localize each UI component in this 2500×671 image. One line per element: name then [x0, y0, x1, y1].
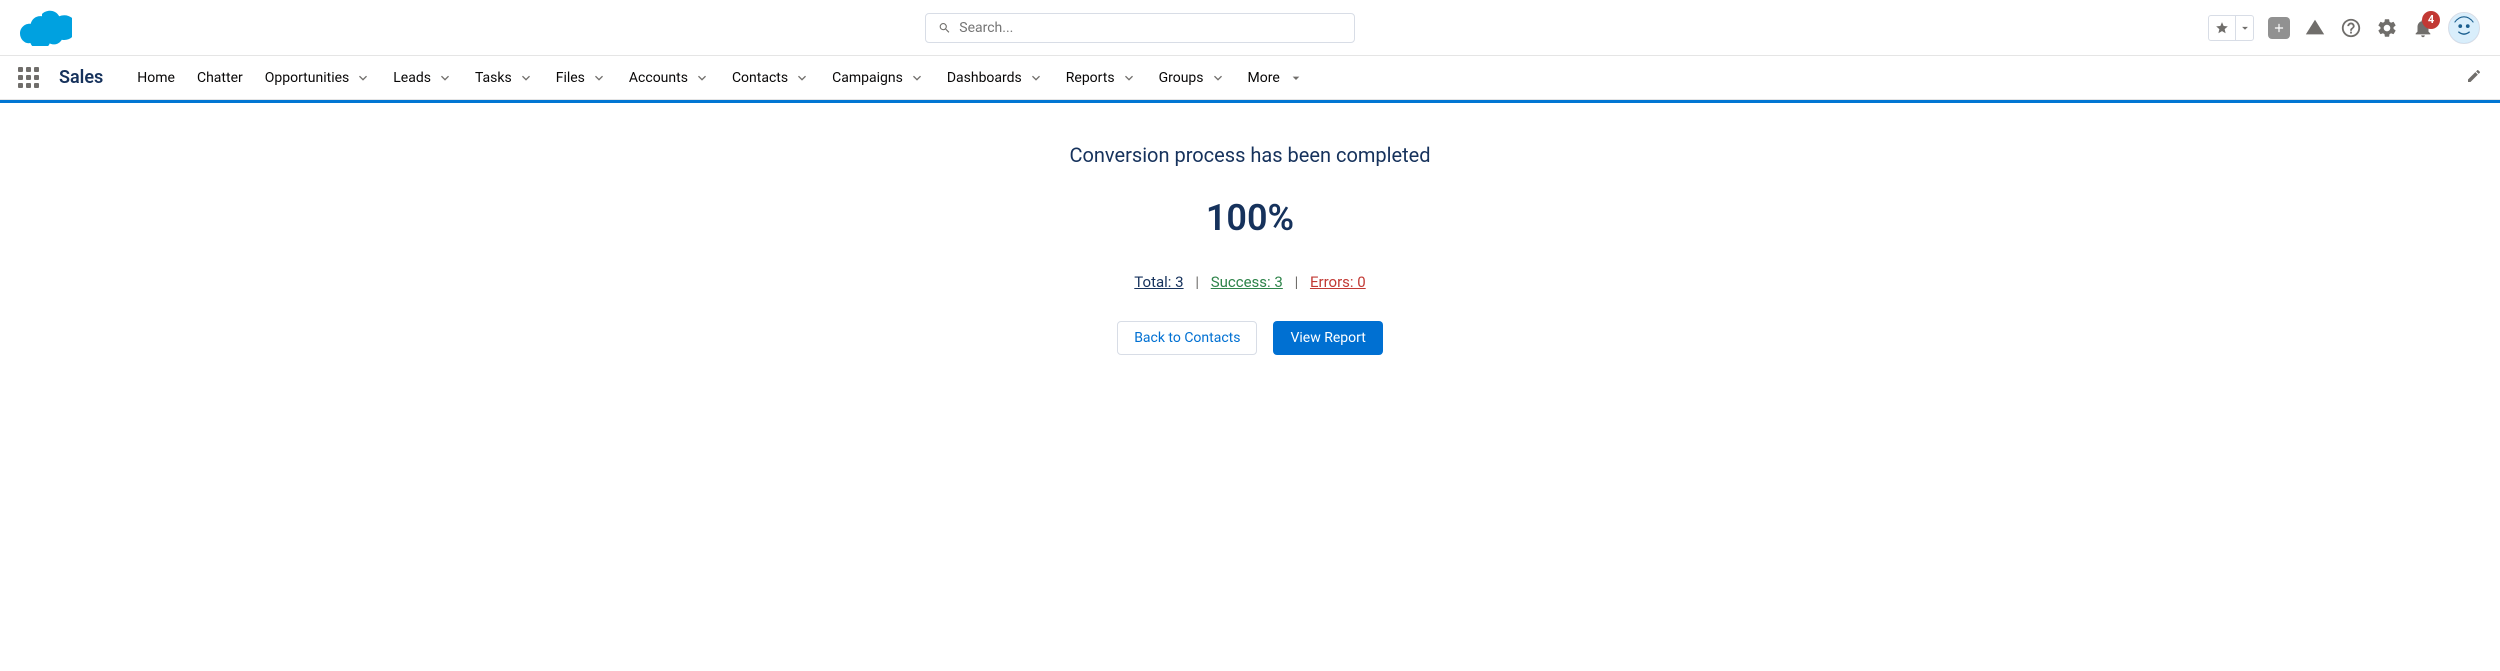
salesforce-logo[interactable] — [20, 10, 72, 46]
success-link[interactable]: Success: 3 — [1211, 273, 1283, 291]
nav-item-label: Opportunities — [265, 70, 350, 86]
nav-item-more[interactable]: More — [1238, 60, 1314, 96]
nav-item-contacts[interactable]: Contacts — [722, 60, 820, 96]
nav-item-tasks[interactable]: Tasks — [465, 60, 544, 96]
trailhead-icon — [2304, 17, 2326, 39]
nav-item-label: Home — [137, 70, 175, 86]
total-link[interactable]: Total: 3 — [1134, 273, 1183, 291]
nav-item-label: Dashboards — [947, 70, 1022, 86]
notification-count-badge: 4 — [2422, 11, 2440, 29]
nav-item-reports[interactable]: Reports — [1056, 60, 1147, 96]
chevron-down-icon — [591, 70, 607, 86]
question-icon — [2340, 17, 2362, 39]
nav-item-chatter[interactable]: Chatter — [187, 60, 253, 96]
chevron-down-icon — [909, 70, 925, 86]
separator: | — [1295, 273, 1299, 291]
user-avatar[interactable] — [2448, 12, 2480, 44]
main-content: Conversion process has been completed 10… — [0, 103, 2500, 395]
header-actions: 4 — [2208, 12, 2480, 44]
chevron-down-icon — [1028, 70, 1044, 86]
nav-item-opportunities[interactable]: Opportunities — [255, 60, 382, 96]
app-launcher-button[interactable] — [18, 67, 39, 88]
star-icon — [2209, 16, 2235, 40]
nav-item-files[interactable]: Files — [546, 60, 617, 96]
progress-percent: 100% — [20, 197, 2480, 239]
edit-nav-button[interactable] — [2466, 68, 2482, 88]
plus-icon — [2268, 17, 2290, 39]
search-container — [72, 13, 2208, 43]
pencil-icon — [2466, 68, 2482, 84]
avatar-image — [2449, 12, 2479, 44]
nav-item-home[interactable]: Home — [127, 60, 185, 96]
nav-item-campaigns[interactable]: Campaigns — [822, 60, 935, 96]
status-title: Conversion process has been completed — [20, 143, 2480, 167]
nav-item-dashboards[interactable]: Dashboards — [937, 60, 1054, 96]
global-search[interactable] — [925, 13, 1355, 43]
nav-item-label: Chatter — [197, 70, 243, 86]
global-header: 4 — [0, 0, 2500, 56]
errors-link[interactable]: Errors: 0 — [1310, 273, 1366, 291]
nav-item-leads[interactable]: Leads — [383, 60, 463, 96]
chevron-down-icon — [1210, 70, 1226, 86]
nav-item-label: Tasks — [475, 70, 512, 86]
app-nav-bar: Sales Home Chatter Opportunities Leads Tasks… — [0, 56, 2500, 100]
search-input[interactable] — [959, 20, 1342, 36]
chevron-down-icon — [518, 70, 534, 86]
action-buttons: Back to Contacts View Report — [20, 321, 2480, 355]
chevron-down-icon — [1121, 70, 1137, 86]
global-actions-button[interactable] — [2268, 17, 2290, 39]
stats-row: Total: 3 | Success: 3 | Errors: 0 — [20, 273, 2480, 291]
nav-item-label: Campaigns — [832, 70, 903, 86]
nav-item-label: Files — [556, 70, 585, 86]
chevron-down-icon — [437, 70, 453, 86]
gear-icon — [2376, 17, 2398, 39]
favorites-button[interactable] — [2208, 15, 2254, 41]
help-button[interactable] — [2340, 17, 2362, 39]
view-report-button[interactable]: View Report — [1273, 321, 1382, 355]
chevron-down-icon — [794, 70, 810, 86]
nav-item-accounts[interactable]: Accounts — [619, 60, 720, 96]
separator: | — [1195, 273, 1199, 291]
nav-item-label: Reports — [1066, 70, 1115, 86]
nav-item-label: Contacts — [732, 70, 788, 86]
search-icon — [938, 21, 951, 35]
notifications-button[interactable]: 4 — [2412, 17, 2434, 39]
app-name: Sales — [59, 67, 103, 88]
nav-item-label: Leads — [393, 70, 431, 86]
trailhead-button[interactable] — [2304, 17, 2326, 39]
caret-down-icon — [2235, 16, 2253, 40]
caret-down-icon — [1288, 70, 1304, 86]
nav-items: Home Chatter Opportunities Leads Tasks Files A… — [127, 60, 2466, 96]
nav-item-label: More — [1248, 70, 1280, 86]
setup-button[interactable] — [2376, 17, 2398, 39]
chevron-down-icon — [355, 70, 371, 86]
nav-item-label: Accounts — [629, 70, 688, 86]
back-to-contacts-button[interactable]: Back to Contacts — [1117, 321, 1257, 355]
chevron-down-icon — [694, 70, 710, 86]
nav-item-label: Groups — [1159, 70, 1204, 86]
nav-item-groups[interactable]: Groups — [1149, 60, 1236, 96]
